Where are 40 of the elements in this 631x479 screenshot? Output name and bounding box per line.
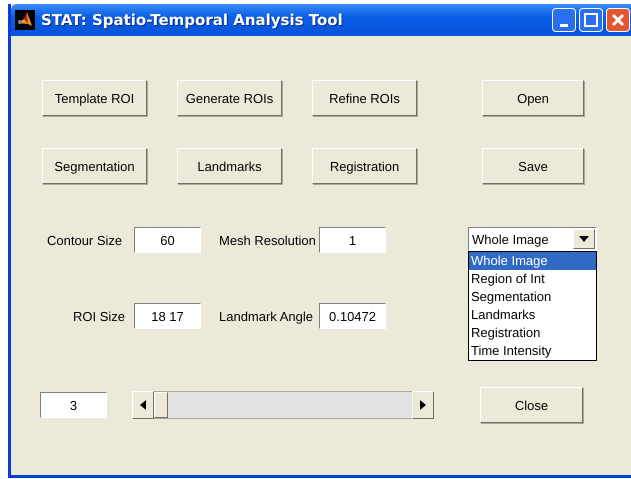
field-label: Landmark Angle bbox=[218, 308, 314, 324]
dropdown-option[interactable]: Landmarks bbox=[469, 306, 596, 324]
right-arrow-icon bbox=[420, 400, 426, 410]
action-button[interactable]: Generate ROIs bbox=[177, 80, 282, 116]
close-button[interactable] bbox=[606, 8, 630, 32]
close-icon bbox=[611, 13, 625, 27]
action-button[interactable]: Segmentation bbox=[42, 148, 147, 184]
number-field[interactable]: 18 17 bbox=[134, 303, 201, 329]
number-field[interactable]: 60 bbox=[134, 227, 201, 253]
field-label: Contour Size bbox=[46, 232, 124, 248]
frame-field[interactable]: 3 bbox=[40, 392, 107, 418]
maximize-button[interactable] bbox=[579, 8, 603, 32]
dropdown-option[interactable]: Segmentation bbox=[469, 288, 596, 306]
number-field[interactable]: 1 bbox=[319, 227, 386, 253]
minimize-icon bbox=[560, 24, 568, 26]
action-button[interactable]: Template ROI bbox=[42, 80, 147, 116]
view-dropdown[interactable]: Whole Image bbox=[468, 227, 597, 251]
app-logo-icon bbox=[15, 10, 35, 30]
minimize-button[interactable] bbox=[552, 8, 576, 32]
dropdown-option[interactable]: Time Intensity bbox=[469, 342, 596, 360]
action-button[interactable]: Registration bbox=[312, 148, 417, 184]
maximize-icon bbox=[584, 13, 598, 27]
action-button[interactable]: Refine ROIs bbox=[312, 80, 417, 116]
number-field[interactable]: 0.10472 bbox=[319, 303, 386, 329]
field-label: ROI Size bbox=[72, 308, 126, 324]
dropdown-option[interactable]: Whole Image bbox=[469, 252, 596, 270]
close-app-button[interactable]: Close bbox=[480, 387, 583, 423]
field-label: Mesh Resolution bbox=[218, 232, 317, 248]
dropdown-option[interactable]: Region of Int bbox=[469, 270, 596, 288]
scroll-right-button[interactable] bbox=[412, 391, 434, 419]
window-title: STAT: Spatio-Temporal Analysis Tool bbox=[41, 11, 344, 29]
file-button[interactable]: Save bbox=[482, 148, 584, 184]
caret-icon bbox=[579, 236, 589, 242]
action-button[interactable]: Landmarks bbox=[177, 148, 282, 184]
scrollbar-slider[interactable] bbox=[132, 391, 434, 419]
scroll-left-button[interactable] bbox=[132, 391, 154, 419]
dropdown-option[interactable]: Registration bbox=[469, 324, 596, 342]
slider-thumb[interactable] bbox=[154, 392, 168, 418]
left-arrow-icon bbox=[140, 400, 146, 410]
file-button[interactable]: Open bbox=[482, 80, 584, 116]
